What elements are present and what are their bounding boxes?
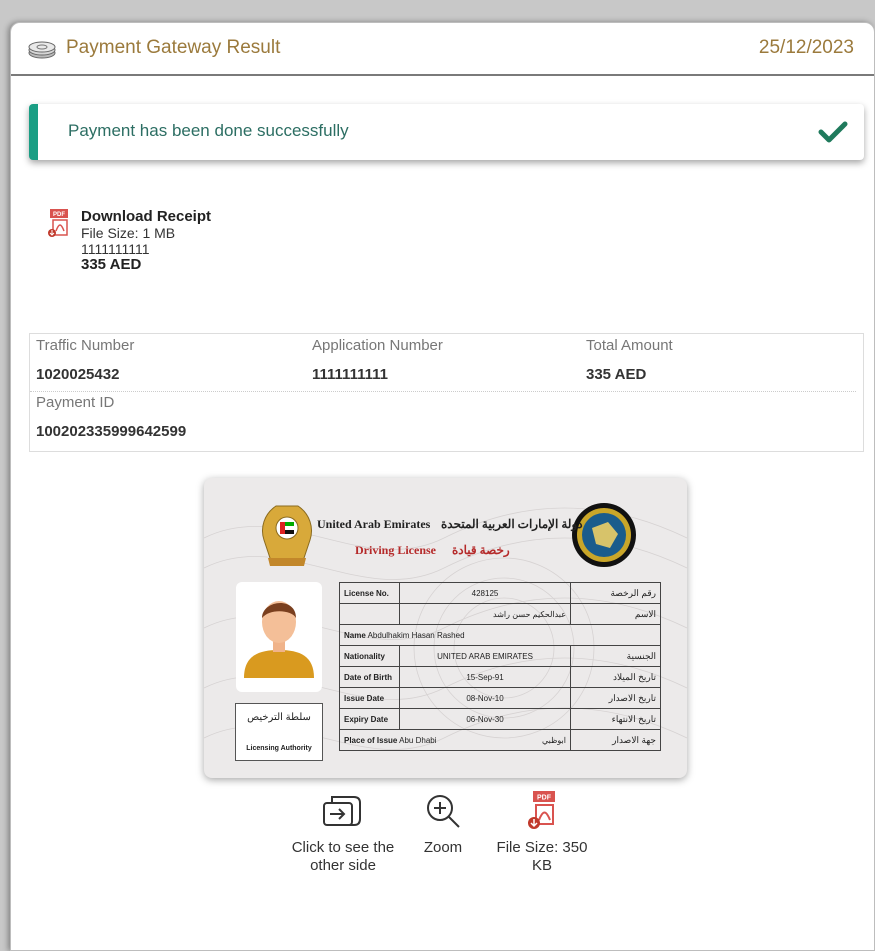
place-of-issue-value-ar: ابوظبي bbox=[541, 735, 566, 745]
flip-card-icon[interactable] bbox=[320, 791, 366, 831]
window-background: Payment Gateway Result 25/12/2023 Paymen… bbox=[0, 0, 875, 951]
receipt-number: 1111111111 bbox=[81, 241, 150, 257]
country-name-ar: دولة الإمارات العربية المتحدة bbox=[441, 517, 583, 531]
name-label-ar: الاسم bbox=[570, 603, 661, 625]
nationality-value: UNITED ARAB EMIRATES bbox=[399, 645, 571, 667]
money-stack-icon bbox=[27, 40, 57, 60]
expiry-date-label-ar: تاريخ الانتهاء bbox=[570, 708, 661, 730]
license-no-label: License No. bbox=[339, 582, 400, 604]
license-no-label-ar: رقم الرخصة bbox=[570, 582, 661, 604]
table-row: Place of Issue Abu Dhabi ابوظبي جهة الاصد… bbox=[339, 729, 661, 751]
licensing-authority-box: سلطة الترخيص Licensing Authority bbox=[235, 703, 323, 761]
flip-card-label[interactable]: Click to see the other side bbox=[292, 839, 395, 874]
issue-date-label: Issue Date bbox=[339, 687, 400, 709]
authority-en: Licensing Authority bbox=[246, 745, 312, 752]
page-title: Payment Gateway Result bbox=[66, 37, 281, 58]
receipt-file-size: File Size: 1 MB bbox=[81, 225, 176, 241]
nationality-label: Nationality bbox=[339, 645, 400, 667]
zoom-label[interactable]: Zoom bbox=[424, 839, 462, 856]
payment-details: Traffic Number 1020025432 Application Nu… bbox=[29, 333, 864, 452]
pdf-icon[interactable]: PDF bbox=[47, 209, 73, 239]
nationality-label-ar: الجنسية bbox=[570, 645, 661, 667]
dob-value: 15-Sep-91 bbox=[399, 666, 571, 688]
card-tools: Click to see the other side Zoom PDF Fil… bbox=[11, 791, 874, 950]
place-of-issue-row: Place of Issue Abu Dhabi ابوظبي bbox=[339, 729, 571, 751]
zoom-in-icon[interactable] bbox=[423, 791, 463, 831]
svg-text:PDF: PDF bbox=[53, 212, 65, 218]
name-label: Name bbox=[344, 630, 366, 640]
total-amount-value: 335 AED bbox=[586, 366, 647, 383]
license-details-table: License No. 428125 رقم الرخصة عبدالحكيم … bbox=[339, 582, 661, 751]
table-row: License No. 428125 رقم الرخصة bbox=[339, 582, 661, 604]
pdf-icon[interactable]: PDF bbox=[525, 791, 559, 831]
place-of-issue-label-ar: جهة الاصدار bbox=[570, 729, 661, 751]
traffic-number-label: Traffic Number bbox=[36, 337, 135, 354]
table-row: عبدالحكيم حسن راشد الاسم bbox=[339, 603, 661, 625]
uae-emblem-icon bbox=[262, 505, 312, 566]
issue-date-label-ar: تاريخ الاصدار bbox=[570, 687, 661, 709]
gcc-logo-icon bbox=[572, 503, 636, 567]
table-row: Date of Birth 15-Sep-91 تاريخ الميلاد bbox=[339, 666, 661, 688]
place-of-issue-value: Abu Dhabi bbox=[399, 735, 437, 745]
application-number-label: Application Number bbox=[312, 337, 443, 354]
country-name-en: United Arab Emirates bbox=[317, 517, 431, 531]
payment-id-value: 100202335999642599 bbox=[36, 423, 187, 440]
name-row: Name Abdulhakim Hasan Rashed bbox=[339, 624, 661, 646]
place-of-issue-label: Place of Issue bbox=[344, 735, 398, 745]
download-license-pdf[interactable]: PDF File Size: 350 KB bbox=[487, 791, 597, 875]
name-ar-label bbox=[339, 603, 400, 625]
license-file-size: File Size: 350 KB bbox=[496, 839, 588, 874]
name-value: Abdulhakim Hasan Rashed bbox=[367, 630, 465, 640]
traffic-number-value: 1020025432 bbox=[36, 366, 120, 383]
license-title-en: Driving License bbox=[355, 543, 436, 557]
name-ar-value: عبدالحكيم حسن راشد bbox=[399, 603, 571, 625]
receipt-amount: 335 AED bbox=[81, 256, 142, 273]
table-row: Expiry Date 06-Nov-30 تاريخ الانتهاء bbox=[339, 708, 661, 730]
table-row: Name Abdulhakim Hasan Rashed bbox=[339, 624, 661, 646]
authority-ar: سلطة الترخيص bbox=[247, 712, 311, 723]
receipt-title[interactable]: Download Receipt bbox=[81, 209, 331, 225]
table-row: Issue Date 08-Nov-10 تاريخ الاصدار bbox=[339, 687, 661, 709]
table-row: Nationality UNITED ARAB EMIRATES الجنسية bbox=[339, 645, 661, 667]
dob-label: Date of Birth bbox=[339, 666, 400, 688]
expiry-date-label: Expiry Date bbox=[339, 708, 400, 730]
svg-text:PDF: PDF bbox=[537, 795, 552, 802]
checkmark-icon bbox=[818, 120, 848, 144]
success-message: Payment has been done successfully bbox=[68, 121, 349, 140]
success-alert: Payment has been done successfully bbox=[29, 104, 864, 160]
panel-header: Payment Gateway Result 25/12/2023 bbox=[11, 23, 874, 76]
flip-card-button[interactable]: Click to see the other side bbox=[288, 791, 398, 875]
holder-photo bbox=[236, 582, 322, 692]
license-title-ar: رخصة قيادة bbox=[452, 543, 510, 557]
zoom-button[interactable]: Zoom bbox=[413, 791, 473, 857]
issue-date-value: 08-Nov-10 bbox=[399, 687, 571, 709]
dob-label-ar: تاريخ الميلاد bbox=[570, 666, 661, 688]
payment-id-label: Payment ID bbox=[36, 394, 115, 411]
payment-date: 25/12/2023 bbox=[758, 37, 854, 58]
payment-result-panel: Payment Gateway Result 25/12/2023 Paymen… bbox=[10, 22, 875, 951]
license-no-value: 428125 bbox=[399, 582, 571, 604]
expiry-date-value: 06-Nov-30 bbox=[399, 708, 571, 730]
row-divider bbox=[30, 391, 856, 392]
total-amount-label: Total Amount bbox=[586, 337, 673, 354]
application-number-value: 1111111111 bbox=[312, 366, 388, 383]
driving-license-card[interactable]: United Arab Emirates دولة الإمارات العرب… bbox=[204, 478, 687, 778]
